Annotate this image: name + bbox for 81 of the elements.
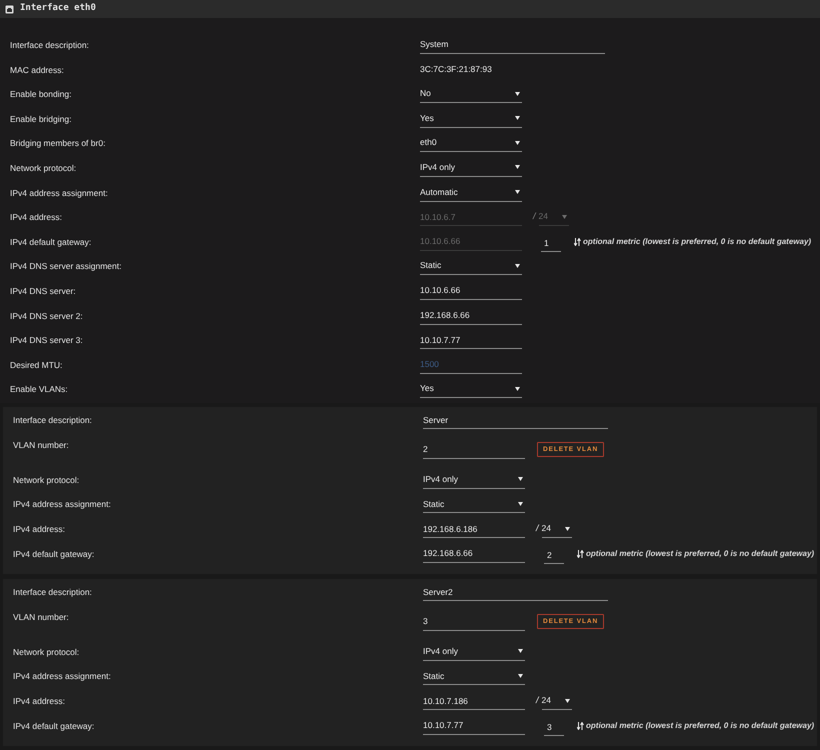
caret-icon	[515, 140, 520, 145]
dropdown[interactable]: Yes	[420, 380, 522, 398]
caret-icon	[518, 649, 523, 654]
field-label: IPv4 DNS server 2:	[9, 310, 84, 322]
field-label: Interface description:	[12, 586, 93, 598]
caret-icon	[518, 502, 523, 506]
caret-icon	[515, 386, 520, 391]
caret-icon	[515, 92, 520, 96]
field-label: IPv4 default gateway:	[12, 548, 96, 560]
field-label: IPv4 DNS server 3:	[9, 334, 84, 346]
text-field[interactable]: 192.168.6.186	[423, 520, 525, 538]
prefix-separator: /	[533, 210, 536, 224]
field-label: IPv4 DNS server:	[9, 284, 77, 297]
field-label: IPv4 address assignment:	[9, 186, 109, 199]
field-label: Interface description:	[12, 414, 93, 426]
field-label: IPv4 address:	[12, 695, 66, 708]
text-field[interactable]: 192.168.6.66	[420, 306, 522, 325]
caret-icon	[564, 698, 570, 703]
caret-icon	[515, 264, 520, 268]
text-field[interactable]: Server2	[423, 583, 608, 602]
port-icon	[5, 4, 14, 14]
caret-icon	[515, 116, 520, 120]
dropdown[interactable]: IPv4 only	[423, 470, 525, 489]
sort-arrows-icon	[577, 550, 584, 558]
caret-icon	[515, 165, 520, 170]
field-label: Network protocol:	[12, 646, 80, 658]
text-field[interactable]: Server	[423, 411, 608, 430]
text-field[interactable]: 1500	[420, 356, 522, 374]
field-label: IPv4 address assignment:	[12, 670, 112, 682]
caret-icon	[562, 214, 567, 219]
value-text: 3C:7C:3F:21:87:93	[420, 63, 492, 76]
field-label: IPv4 DNS server assignment:	[9, 260, 122, 272]
field-label: Enable bonding:	[9, 88, 72, 100]
dropdown[interactable]: Static	[423, 667, 525, 686]
text-field[interactable]: 10.10.7.77	[420, 331, 522, 350]
field-label: Desired MTU:	[9, 358, 64, 371]
text-field[interactable]: 10.10.6.66	[420, 282, 522, 300]
prefix-separator: /	[536, 522, 539, 536]
field-label: IPv4 default gateway:	[9, 236, 92, 248]
field-label: IPv4 address assignment:	[12, 498, 112, 510]
text-field[interactable]: 10.10.7.77	[423, 716, 525, 735]
dropdown[interactable]: Automatic	[420, 184, 522, 202]
field-label: Interface description:	[9, 38, 90, 51]
hint-text: optional metric (lowest is preferred, 0 is no default gateway)	[586, 548, 814, 560]
dropdown[interactable]: eth0	[420, 134, 522, 152]
field-label: IPv4 address:	[12, 523, 66, 536]
dropdown[interactable]: 24	[542, 520, 572, 538]
field-label: Network protocol:	[12, 474, 80, 486]
dropdown[interactable]: No	[420, 85, 522, 104]
field-label: IPv4 address:	[9, 211, 63, 224]
sort-arrows-icon	[577, 722, 584, 730]
hint-text: optional metric (lowest is preferred, 0 is no default gateway)	[586, 720, 814, 732]
caret-icon	[515, 190, 520, 194]
field-label: MAC address:	[9, 64, 65, 76]
sort-arrows-icon	[574, 238, 581, 246]
text-field[interactable]: 10.10.7.186	[423, 692, 525, 710]
field-label: Bridging members of br0:	[9, 137, 106, 150]
text-field[interactable]: 192.168.6.66	[423, 544, 525, 563]
field-label: Network protocol:	[9, 162, 78, 174]
dropdown[interactable]: Static	[420, 257, 522, 276]
caret-icon	[564, 526, 570, 531]
text-field[interactable]: 3	[423, 612, 525, 631]
dropdown[interactable]: Static	[423, 495, 525, 514]
field-label: VLAN number:	[12, 438, 70, 451]
hint-text: optional metric (lowest is preferred, 0 is no default gateway)	[583, 236, 812, 248]
text-field[interactable]: 2	[544, 546, 564, 564]
text-field[interactable]: System	[420, 36, 605, 54]
dropdown[interactable]: IPv4 only	[420, 158, 522, 177]
caret-icon	[518, 477, 523, 482]
field-label: Enable bridging:	[9, 112, 72, 125]
dropdown[interactable]: Yes	[420, 110, 522, 128]
field-label: VLAN number:	[12, 610, 70, 623]
text-field[interactable]: 2	[423, 440, 525, 459]
field-label: Enable VLANs:	[9, 383, 69, 396]
prefix-separator: /	[536, 694, 539, 708]
field-label: IPv4 default gateway:	[12, 720, 96, 732]
caret-icon	[518, 674, 523, 678]
panel-title: Interface eth0	[20, 2, 96, 16]
dropdown[interactable]: IPv4 only	[423, 642, 525, 661]
dropdown[interactable]: 24	[542, 692, 572, 710]
text-field[interactable]: 3	[544, 718, 564, 736]
